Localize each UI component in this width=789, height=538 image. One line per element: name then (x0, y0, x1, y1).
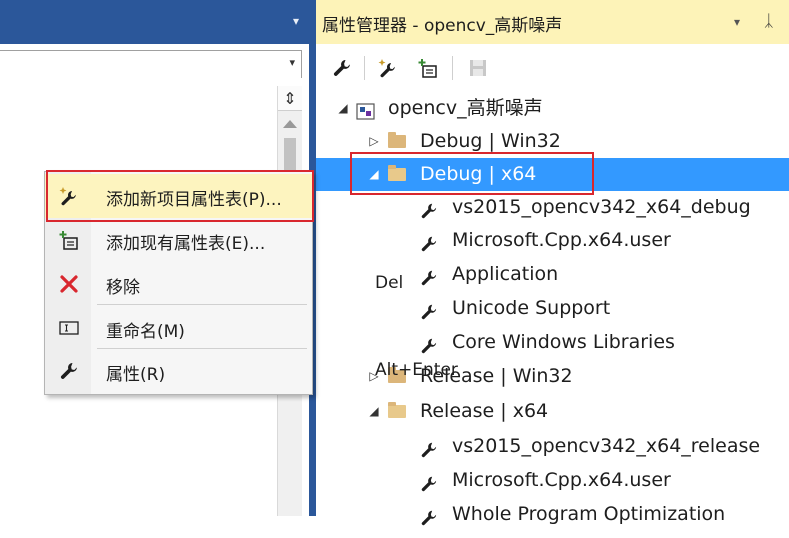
tree-item-property-sheet[interactable]: vs2015_opencv342_x64_debug (316, 191, 789, 224)
tree-item-property-sheet[interactable]: Microsoft.Cpp.x64.user (316, 464, 789, 497)
wrench-icon[interactable] (328, 54, 356, 82)
menu-item-shortcut: Alt+Enter (375, 360, 458, 380)
tree-item-label: Core Windows Libraries (452, 331, 675, 353)
split-icon[interactable]: ⇕ (278, 86, 302, 111)
rename-icon (58, 317, 80, 339)
tree-item-label: vs2015_opencv342_x64_release (452, 435, 761, 457)
wrench-icon (420, 265, 440, 286)
wrench-icon (420, 505, 440, 526)
wrench-icon (58, 360, 80, 382)
folder-open-icon (388, 402, 408, 420)
tree-item-project[interactable]: ◢ opencv_高斯噪声 (316, 92, 789, 125)
scroll-up-icon[interactable] (283, 120, 297, 128)
wrench-icon (420, 198, 440, 219)
add-existing-sheet-icon[interactable] (414, 54, 442, 82)
tree-item-property-sheet[interactable]: Microsoft.Cpp.x64.user (316, 224, 789, 257)
left-combo-box[interactable]: ▾ (0, 50, 302, 80)
menu-item-properties[interactable]: 属性(R) Alt+Enter (45, 349, 458, 393)
tree-item-label: Microsoft.Cpp.x64.user (452, 469, 671, 491)
remove-x-icon (58, 273, 80, 295)
menu-item-remove[interactable]: 移除 Del (45, 262, 403, 306)
wrench-icon (420, 299, 440, 320)
annotation-highlight-box (46, 170, 314, 222)
tree-item-property-sheet[interactable]: vs2015_opencv342_x64_release (316, 430, 789, 463)
header-dropdown-icon[interactable]: ▾ (734, 15, 740, 29)
wrench-icon (420, 471, 440, 492)
menu-item-rename[interactable]: 重命名(M) (45, 306, 312, 350)
property-manager-header: 属性管理器 - opencv_高斯噪声 ▾ ᛣ (316, 0, 789, 45)
tree-item-label: Unicode Support (452, 297, 611, 319)
project-icon (356, 99, 376, 120)
menu-item-label: 移除 (106, 278, 140, 298)
wrench-icon (420, 333, 440, 354)
menu-item-shortcut: Del (375, 273, 404, 293)
tree-item-property-sheet[interactable]: Core Windows Libraries (316, 326, 789, 359)
menu-item-label: 重命名(M) (106, 322, 185, 342)
expander-icon[interactable]: ◢ (367, 395, 381, 428)
toolbar-separator (364, 56, 365, 80)
save-icon[interactable] (464, 54, 492, 82)
tree-item-label: vs2015_opencv342_x64_debug (452, 196, 751, 218)
combo-dropdown-icon[interactable]: ▾ (289, 56, 295, 69)
pin-icon[interactable]: ᛣ (764, 11, 774, 30)
tree-item-property-sheet[interactable]: Whole Program Optimization (316, 498, 789, 531)
property-manager-title: 属性管理器 - opencv_高斯噪声 (322, 16, 563, 36)
tree-item-release-x64[interactable]: ◢ Release | x64 (316, 395, 789, 428)
tree-item-label: opencv_高斯噪声 (388, 97, 543, 119)
add-existing-sheet-icon (58, 229, 80, 251)
add-new-sheet-icon[interactable] (374, 54, 402, 82)
tree-item-property-sheet[interactable]: Unicode Support (316, 292, 789, 325)
wrench-icon (420, 231, 440, 252)
tree-item-label: Microsoft.Cpp.x64.user (452, 229, 671, 251)
toolbar-separator (452, 56, 453, 80)
menu-separator (97, 304, 307, 305)
tree-item-label: Release | x64 (420, 400, 549, 422)
menu-item-add-existing-property-sheet[interactable]: 添加现有属性表(E)... (45, 218, 312, 262)
left-header-dropdown-icon[interactable]: ▾ (293, 14, 299, 28)
annotation-highlight-box (350, 152, 594, 195)
wrench-icon (420, 437, 440, 458)
menu-item-label: 属性(R) (106, 365, 166, 385)
property-manager-toolbar (316, 44, 789, 92)
left-pane-header: ▾ (0, 0, 309, 44)
folder-icon (388, 132, 408, 150)
tree-item-label: Application (452, 263, 559, 285)
menu-item-label: 添加现有属性表(E)... (106, 234, 266, 254)
expander-icon[interactable]: ◢ (336, 92, 350, 125)
tree-item-label: Whole Program Optimization (452, 503, 726, 525)
